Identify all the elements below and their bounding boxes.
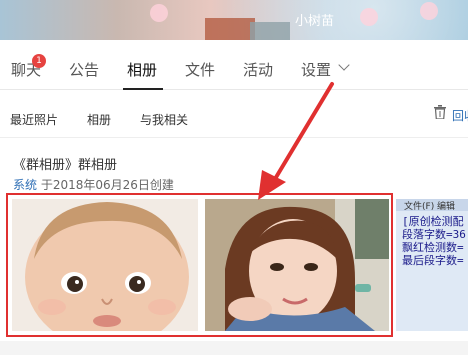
active-tab-indicator xyxy=(123,88,163,90)
album-title[interactable]: 《群相册》群相册 xyxy=(13,154,117,173)
highlight-box xyxy=(6,193,393,337)
group-name: 小树苗 xyxy=(295,14,335,29)
banner-flower xyxy=(420,2,438,20)
group-banner xyxy=(0,0,468,40)
tab-announcement[interactable]: 公告 xyxy=(69,59,99,80)
trash-icon[interactable] xyxy=(434,105,446,119)
footer-strip xyxy=(0,341,468,355)
tab-activities[interactable]: 活动 xyxy=(243,59,273,80)
tab-settings[interactable]: 设置 xyxy=(301,59,331,80)
album-created-date: 于2018年06月26日创建 xyxy=(40,178,174,192)
banner-building xyxy=(205,18,255,40)
banner-flower xyxy=(150,4,168,22)
tab-album[interactable]: 相册 xyxy=(127,59,157,80)
tab-files[interactable]: 文件 xyxy=(185,59,215,80)
album-meta: 系统 于2018年06月26日创建 xyxy=(13,176,174,193)
banner-flower xyxy=(360,8,378,26)
recycle-bin-link[interactable]: 回收 xyxy=(452,107,468,124)
subnav-recent-photos[interactable]: 最近照片 xyxy=(10,111,58,128)
divider xyxy=(0,137,468,138)
album-creator-link[interactable]: 系统 xyxy=(13,178,37,192)
banner-building xyxy=(250,22,290,40)
doc-menu-text: 文件(F) 编辑 xyxy=(404,202,456,212)
subnav-related-to-me[interactable]: 与我相关 xyxy=(140,111,188,128)
doc-text-line: 最后段字数= xyxy=(402,254,464,267)
subnav-albums[interactable]: 相册 xyxy=(87,111,111,128)
unread-badge: 1 xyxy=(32,54,46,68)
